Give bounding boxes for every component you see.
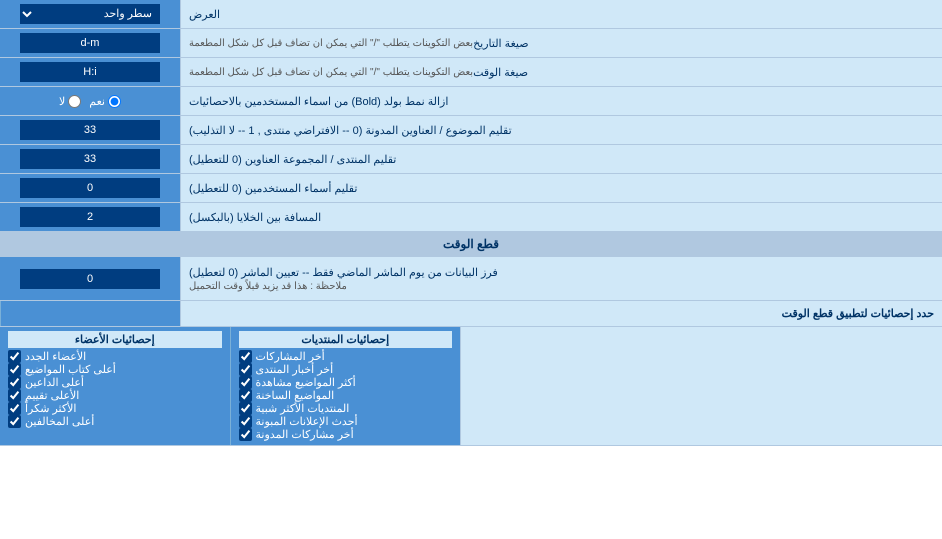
- checkbox-forum-news[interactable]: [239, 363, 252, 376]
- cell-spacing-row: المسافة بين الخلايا (بالبكسل): [0, 203, 942, 232]
- cell-spacing-input-area: [0, 203, 180, 231]
- checkbox-popular-forums[interactable]: [239, 402, 252, 415]
- checkbox-item: أخر المشاركات: [239, 350, 453, 363]
- checkbox-new-members[interactable]: [8, 350, 21, 363]
- username-trim-input-area: [0, 174, 180, 202]
- apply-label: حدد إحصائيات لتطبيق قطع الوقت: [180, 301, 942, 326]
- realtime-label: فرز البيانات من يوم الماشر الماضي فقط --…: [180, 257, 942, 300]
- checkbox-item: أخر مشاركات المدونة: [239, 428, 453, 441]
- date-format-input[interactable]: [20, 33, 160, 53]
- display-mode-select[interactable]: سطر واحد: [20, 4, 160, 24]
- checkbox-top-writers[interactable]: [8, 363, 21, 376]
- page-wrapper: العرض سطر واحد صيغة التاريخ بعض التكوينا…: [0, 0, 942, 446]
- display-mode-row: العرض سطر واحد: [0, 0, 942, 29]
- radio-yes[interactable]: [108, 95, 121, 108]
- checkbox-most-thanked[interactable]: [8, 402, 21, 415]
- username-trim-row: تقليم أسماء المستخدمين (0 للتعطيل): [0, 174, 942, 203]
- checkbox-item: أعلى الداعين: [8, 376, 222, 389]
- checkboxes-spacer: [0, 301, 180, 326]
- checkbox-recent-ads[interactable]: [239, 415, 252, 428]
- checkbox-item: أعلى المخالفين: [8, 415, 222, 428]
- cell-spacing-input[interactable]: [20, 207, 160, 227]
- realtime-section-header: قطع الوقت: [0, 232, 942, 257]
- checkbox-item: الأعضاء الجدد: [8, 350, 222, 363]
- cell-spacing-label: المسافة بين الخلايا (بالبكسل): [180, 203, 942, 231]
- date-format-row: صيغة التاريخ بعض التكوينات يتطلب "/" الت…: [0, 29, 942, 58]
- checkbox-item: الأكثر شكراً: [8, 402, 222, 415]
- radio-no[interactable]: [68, 95, 81, 108]
- checkbox-top-rated[interactable]: [8, 389, 21, 402]
- topic-subject-align-label: تقليم الموضوع / العناوين المدونة (0 -- ا…: [180, 116, 942, 144]
- checkbox-item: المواضيع الساخنة: [239, 389, 453, 402]
- username-trim-input[interactable]: [20, 178, 160, 198]
- time-format-input[interactable]: [20, 62, 160, 82]
- bold-remove-label: ازالة نمط بولد (Bold) من اسماء المستخدمي…: [180, 87, 942, 115]
- time-format-input-area: [0, 58, 180, 86]
- checkboxes-left-spacer: [460, 327, 942, 445]
- date-format-input-area: [0, 29, 180, 57]
- checkbox-hot-topics[interactable]: [239, 389, 252, 402]
- topic-subject-align-row: تقليم الموضوع / العناوين المدونة (0 -- ا…: [0, 116, 942, 145]
- checkbox-item: أكثر المواضيع مشاهدة: [239, 376, 453, 389]
- realtime-input-area: [0, 257, 180, 300]
- username-trim-label: تقليم أسماء المستخدمين (0 للتعطيل): [180, 174, 942, 202]
- bold-remove-radio-area: نعم لا: [0, 87, 180, 115]
- time-format-label: صيغة الوقت بعض التكوينات يتطلب "/" التي …: [180, 58, 942, 86]
- col2-header: إحصائيات الأعضاء: [8, 331, 222, 348]
- checkbox-item: أخر أخبار المنتدى: [239, 363, 453, 376]
- checkbox-last-posts[interactable]: [239, 350, 252, 363]
- forum-header-align-input-area: [0, 145, 180, 173]
- realtime-row: فرز البيانات من يوم الماشر الماضي فقط --…: [0, 257, 942, 301]
- checkbox-item: أحدث الإعلانات المبونة: [239, 415, 453, 428]
- time-format-row: صيغة الوقت بعض التكوينات يتطلب "/" التي …: [0, 58, 942, 87]
- radio-no-label[interactable]: لا: [59, 95, 81, 108]
- forum-header-align-row: تقليم المنتدى / المجموعة العناوين (0 للت…: [0, 145, 942, 174]
- display-mode-input-area: سطر واحد: [0, 0, 180, 28]
- checkbox-blog-posts[interactable]: [239, 428, 252, 441]
- checkbox-item: المنتديات الأكثر شبية: [239, 402, 453, 415]
- checkbox-col-forums: إحصائيات المنتديات أخر المشاركات أخر أخب…: [230, 327, 461, 445]
- checkbox-col-members: إحصائيات الأعضاء الأعضاء الجدد أعلى كتاب…: [0, 327, 230, 445]
- display-mode-label: العرض: [180, 0, 942, 28]
- col1-header: إحصائيات المنتديات: [239, 331, 453, 348]
- bold-remove-row: ازالة نمط بولد (Bold) من اسماء المستخدمي…: [0, 87, 942, 116]
- checkbox-top-inviters[interactable]: [8, 376, 21, 389]
- checkboxes-section: حدد إحصائيات لتطبيق قطع الوقت إحصائيات ا…: [0, 301, 942, 446]
- checkboxes-header-row: حدد إحصائيات لتطبيق قطع الوقت: [0, 301, 942, 327]
- checkbox-most-viewed[interactable]: [239, 376, 252, 389]
- checkboxes-cols: إحصائيات المنتديات أخر المشاركات أخر أخب…: [0, 327, 460, 445]
- checkboxes-cols-wrapper: إحصائيات المنتديات أخر المشاركات أخر أخب…: [0, 327, 942, 446]
- checkbox-top-violators[interactable]: [8, 415, 21, 428]
- forum-header-align-input[interactable]: [20, 149, 160, 169]
- date-format-label: صيغة التاريخ بعض التكوينات يتطلب "/" الت…: [180, 29, 942, 57]
- realtime-input[interactable]: [20, 269, 160, 289]
- checkbox-item: الأعلى تقييم: [8, 389, 222, 402]
- checkbox-item: أعلى كتاب المواضيع: [8, 363, 222, 376]
- topic-subject-align-input-area: [0, 116, 180, 144]
- forum-header-align-label: تقليم المنتدى / المجموعة العناوين (0 للت…: [180, 145, 942, 173]
- topic-subject-align-input[interactable]: [20, 120, 160, 140]
- radio-yes-label[interactable]: نعم: [89, 95, 121, 108]
